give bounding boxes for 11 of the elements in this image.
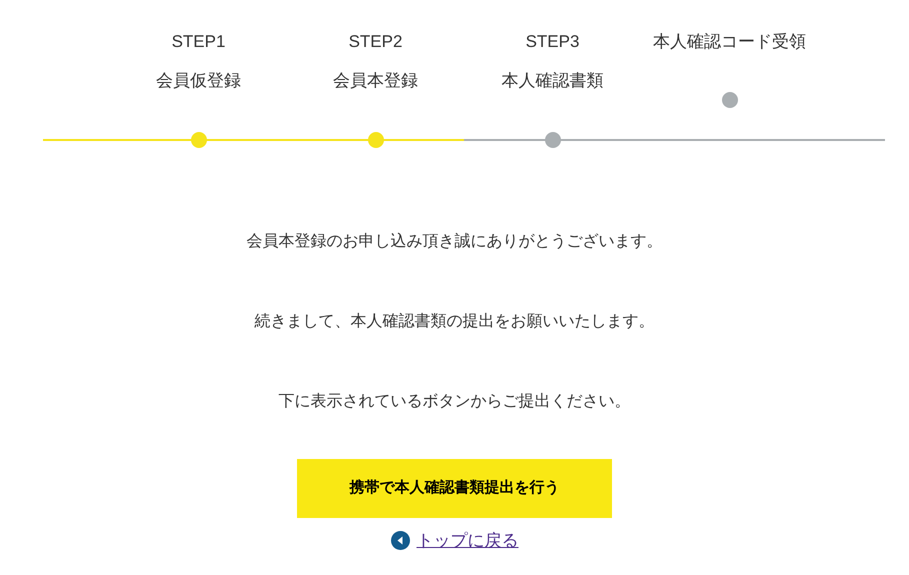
submit-documents-button[interactable]: 携帯で本人確認書類提出を行う: [297, 459, 612, 518]
step-label: STEP2: [348, 31, 402, 53]
step-name: 会員仮登録: [156, 70, 241, 92]
step-label: STEP3: [526, 31, 580, 53]
message-text: 会員本登録のお申し込み頂き誠にありがとうございます。: [246, 232, 662, 252]
step-label: STEP1: [172, 31, 226, 53]
step-name: 会員本登録: [333, 70, 418, 92]
message-text: 続きまして、本人確認書類の提出をお願いいたします。: [254, 312, 654, 332]
step-name: 本人確認コード受領: [653, 31, 806, 53]
message-text: 下に表示されているボタンからご提出ください。: [278, 392, 630, 412]
step-name: 本人確認書類: [502, 70, 604, 92]
